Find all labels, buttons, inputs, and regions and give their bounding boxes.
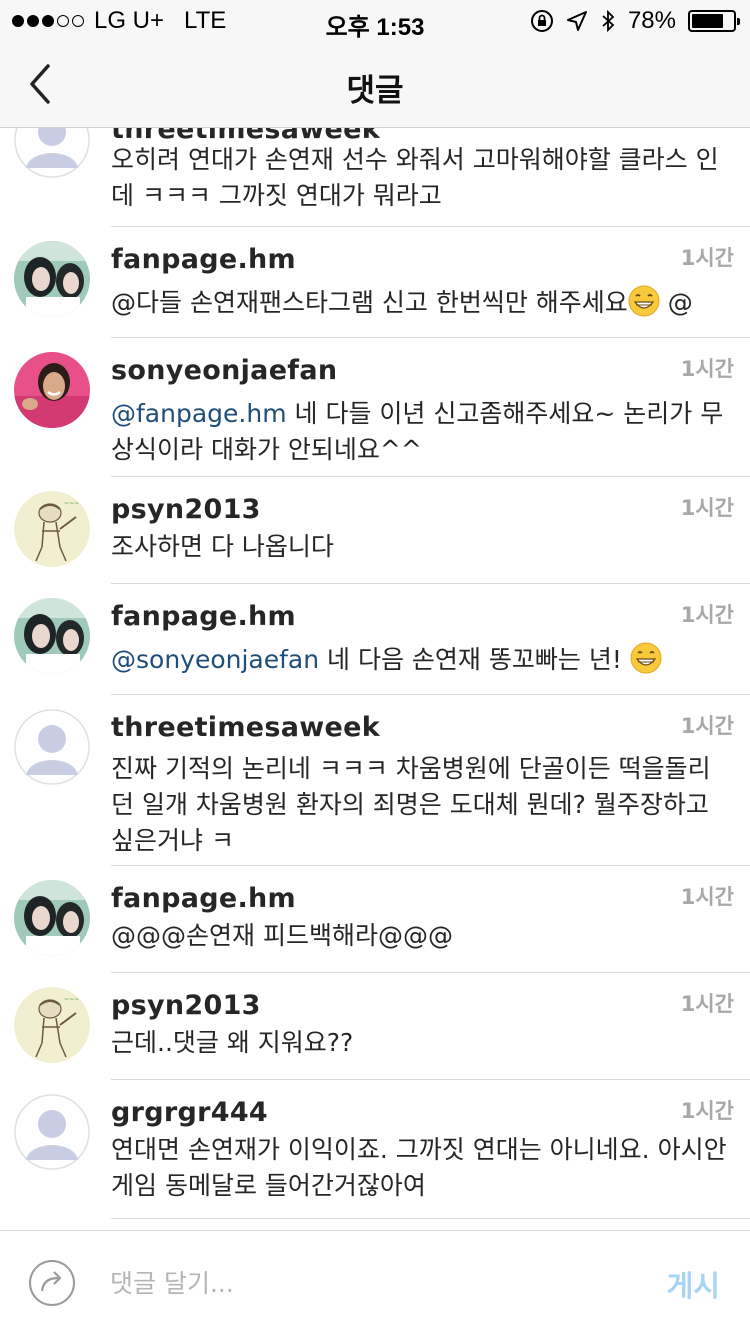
comment-time: 1시간 [680,246,734,270]
comment-time: 1시간 [680,357,734,381]
comment-text: 연대면 손연재가 이익이죠. 그까짓 연대는 아니네요. 아시안게임 동메달로 … [111,1135,727,1200]
comment-item: fanpage.hm 1시간 @sonyeonjaefan 네 다음 손연재 똥… [0,584,750,695]
avatar-drawing[interactable]: ~~~ [14,491,90,567]
comment-item: sonyeonjaefan 1시간 @fanpage.hm 네 다들 이년 신고… [0,338,750,477]
comment-time: 1시간 [680,603,734,627]
comment-username[interactable]: sonyeonjaefan [111,355,337,386]
svg-text:~~~: ~~~ [64,500,79,507]
comment-text: 근데..댓글 왜 지워요?? [111,1028,354,1057]
avatar-photo-girl[interactable] [14,880,90,956]
comment-username[interactable]: psyn2013 [111,494,261,525]
comment-text: @sonyeonjaefan 네 다음 손연재 똥꼬빠는 년! [111,642,731,678]
comment-text: 오히려 연대가 손연재 선수 와줘서 고마워해야할 클라스 인데 ㅋㅋㅋ 그까짓… [111,145,719,210]
comment-item: ~~~ psyn2013 1시간 조사하면 다 나옵니다 [0,477,750,584]
comment-username[interactable]: grgrgr444 [111,1097,268,1128]
comment-text: @fanpage.hm 네 다들 이년 신고좀해주세요~ 논리가 무상식이라 대… [111,396,731,468]
battery-percent: 78% [627,7,676,34]
svg-text:~~~: ~~~ [64,996,79,1003]
comment-list[interactable]: threetimesaweek 오히려 연대가 손연재 선수 와줘서 고마워해야… [0,128,750,1230]
post-button[interactable]: 게시 [667,1263,720,1305]
grinning-emoji-icon [628,285,660,317]
rotation-lock-icon [530,10,553,32]
avatar-photo-girl[interactable] [14,241,90,317]
mention-link[interactable]: @fanpage.hm [111,399,287,428]
comment-time: 1시간 [680,496,734,520]
comment-item: grgrgr444 1시간 연대면 손연재가 이익이죠. 그까짓 연대는 아니네… [0,1080,750,1220]
comment-item: ~~~ psyn2013 1시간 근데..댓글 왜 지워요?? [0,973,750,1080]
grinning-emoji-icon [630,642,662,674]
avatar-photo-pink[interactable] [14,352,90,428]
status-bar: LG U+ LTE 오후 1:53 78% [0,0,750,41]
nav-bar: 댓글 [0,40,750,128]
comment-username[interactable]: psyn2013 [111,990,261,1021]
comment-input[interactable] [110,1261,610,1305]
comment-time: 1시간 [680,1099,734,1123]
comment-input-bar: 게시 [0,1230,750,1334]
comment-time: 1시간 [680,714,734,738]
location-arrow-icon [566,11,587,31]
avatar-drawing[interactable]: ~~~ [14,987,90,1063]
comment-item: threetimesaweek 1시간 진짜 기적의 논리네 ㅋㅋㅋ 차움병원에… [0,695,750,866]
comment-text: 조사하면 다 나옵니다 [111,532,334,561]
comment-time: 1시간 [680,885,734,909]
avatar-photo-girl[interactable] [14,598,90,674]
mention-link[interactable]: @sonyeonjaefan [111,645,319,674]
comment-text-body: 네 다음 손연재 똥꼬빠는 년! [319,645,630,674]
comment-text: 진짜 기적의 논리네 ㅋㅋㅋ 차움병원에 단골이든 떡을돌리던 일개 차움병원 … [111,754,711,855]
avatar-default[interactable] [14,128,90,178]
comment-username[interactable]: fanpage.hm [111,244,296,275]
comment-text-body: @다들 손연재팬스타그램 신고 한번씩만 해주세요 [111,288,628,317]
comment-text: @다들 손연재팬스타그램 신고 한번씩만 해주세요 @ [111,285,731,321]
status-right: 78% [530,7,740,35]
page-title: 댓글 [346,73,404,109]
reply-arrow-icon[interactable] [28,1259,76,1307]
battery-fill [692,14,724,28]
comment-username[interactable]: fanpage.hm [111,601,296,632]
divider [111,1218,750,1219]
comment-text-tail: @ [659,288,693,317]
comment-item: fanpage.hm 1시간 @다들 손연재팬스타그램 신고 한번씩만 해주세요… [0,227,750,338]
comment-item: threetimesaweek 오히려 연대가 손연재 선수 와줘서 고마워해야… [0,128,750,227]
avatar-default[interactable] [14,709,90,785]
comment-username[interactable]: fanpage.hm [111,883,296,914]
comment-item: fanpage.hm 1시간 @@@손연재 피드백해라@@@ [0,866,750,973]
comment-text: @@@손연재 피드백해라@@@ [111,921,453,950]
avatar-default[interactable] [14,1094,90,1170]
comment-time: 1시간 [680,992,734,1016]
battery-icon [688,10,740,32]
comment-username[interactable]: threetimesaweek [111,712,380,743]
bluetooth-icon [602,9,615,33]
